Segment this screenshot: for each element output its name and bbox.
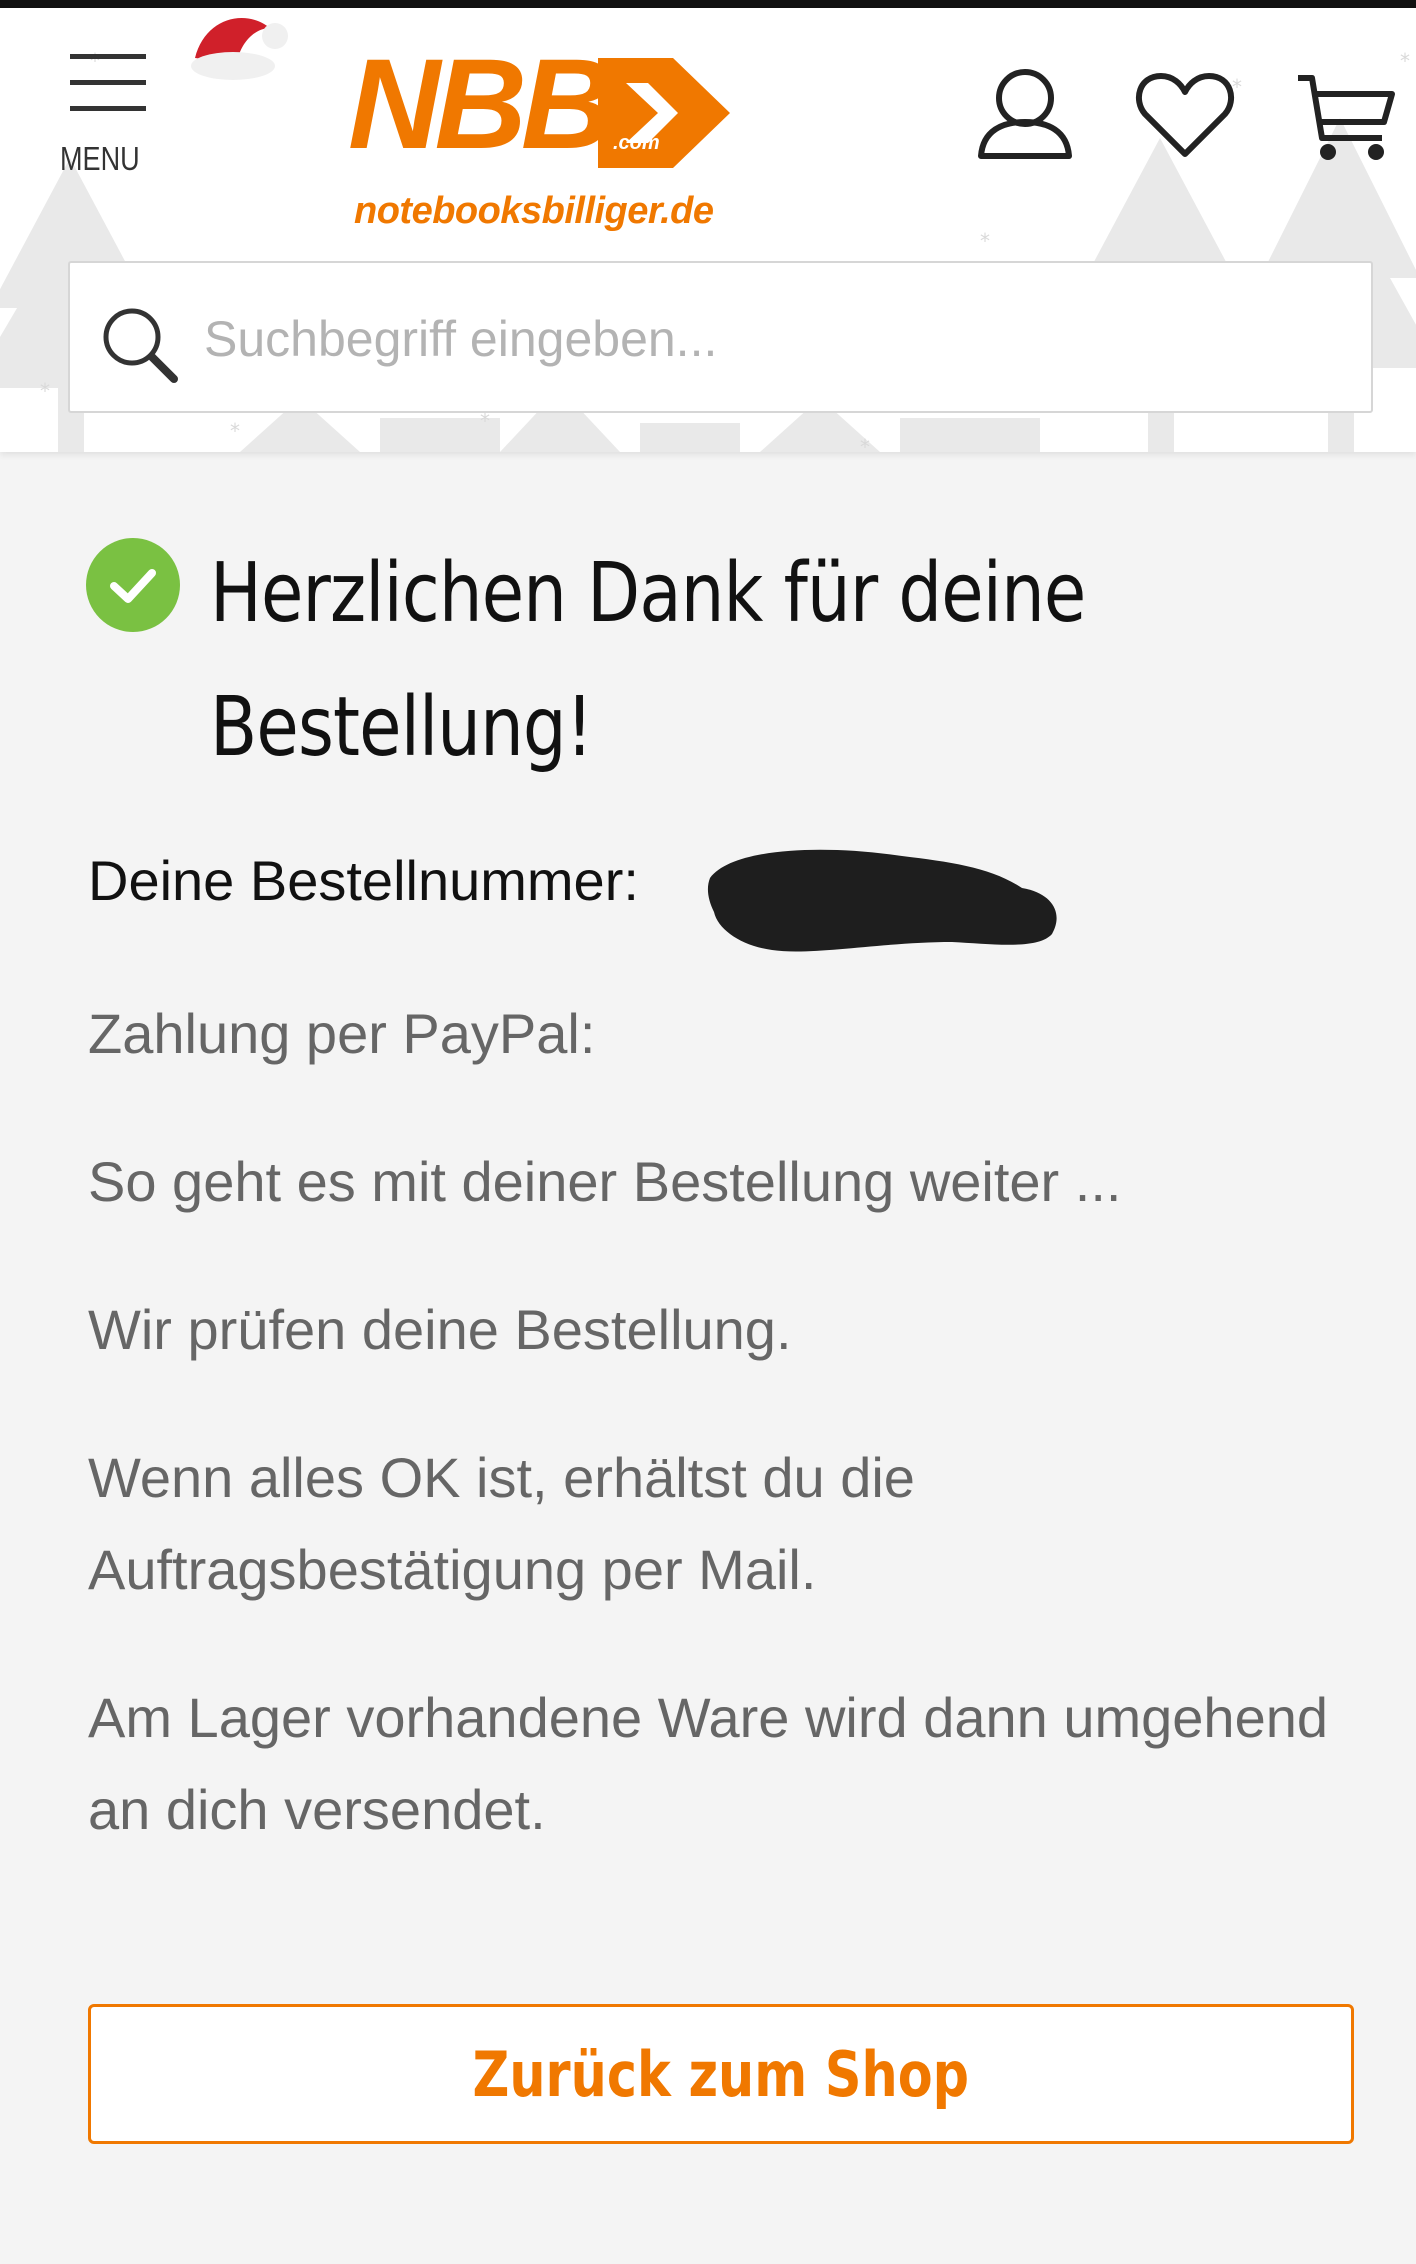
menu-label: MENU (60, 140, 140, 177)
santa-hat-icon (191, 18, 288, 80)
order-number-label: Deine Bestellnummer: (88, 849, 639, 912)
back-to-shop-button[interactable]: Zurück zum Shop (88, 2004, 1354, 2144)
cart-icon (1298, 75, 1395, 160)
nbb-logo-link[interactable]: NBB notebooksbilliger.de .com (348, 38, 738, 238)
hamburger-icon (70, 54, 146, 111)
user-icon (978, 69, 1072, 159)
site-header: * * * * * * * * MENU NBB notebooksbilliger.de… (0, 8, 1416, 452)
search-bar (68, 261, 1373, 413)
step-shipping-text: Am Lager vorhandene Ware wird dann umgeh… (88, 1686, 1329, 1841)
search-input[interactable] (202, 293, 1346, 385)
success-check-icon (86, 538, 180, 632)
order-number-row: Deine Bestellnummer: (88, 848, 639, 913)
payment-method-text: Zahlung per PayPal: (88, 1002, 596, 1065)
logo-tagline: notebooksbilliger.de (354, 190, 714, 232)
cart-button[interactable] (1296, 66, 1396, 166)
svg-text:*: * (1400, 49, 1410, 73)
step-review-text: Wir prüfen deine Bestellung. (88, 1298, 792, 1361)
status-bar-edge (0, 0, 1416, 8)
heart-icon (1135, 73, 1235, 157)
search-icon[interactable] (100, 305, 180, 385)
logo-domain-badge: .com (613, 132, 660, 154)
nbb-logo: NBB (348, 38, 730, 168)
menu-button[interactable]: MENU (60, 50, 150, 190)
svg-text:*: * (980, 229, 990, 253)
svg-text:*: * (230, 419, 240, 443)
wishlist-button[interactable] (1135, 70, 1240, 165)
svg-text:*: * (40, 379, 50, 403)
page-title-line1: Herzlichen Dank für deine (210, 546, 1086, 641)
next-steps-heading: So geht es mit deiner Bestellung weiter … (88, 1150, 1122, 1213)
back-to-shop-label: Zurück zum Shop (472, 2037, 970, 2111)
account-button[interactable] (975, 64, 1085, 174)
svg-text:*: * (860, 435, 870, 452)
page-title: Herzlichen Dank für deine Bestellung! (210, 527, 1176, 795)
logo-wordmark: NBB (348, 38, 609, 168)
page-title-line2: Bestellung! (210, 680, 593, 775)
redacted-order-number (707, 849, 1057, 952)
step-mail-text: Wenn alles OK ist, erhältst du die Auftr… (88, 1446, 915, 1601)
